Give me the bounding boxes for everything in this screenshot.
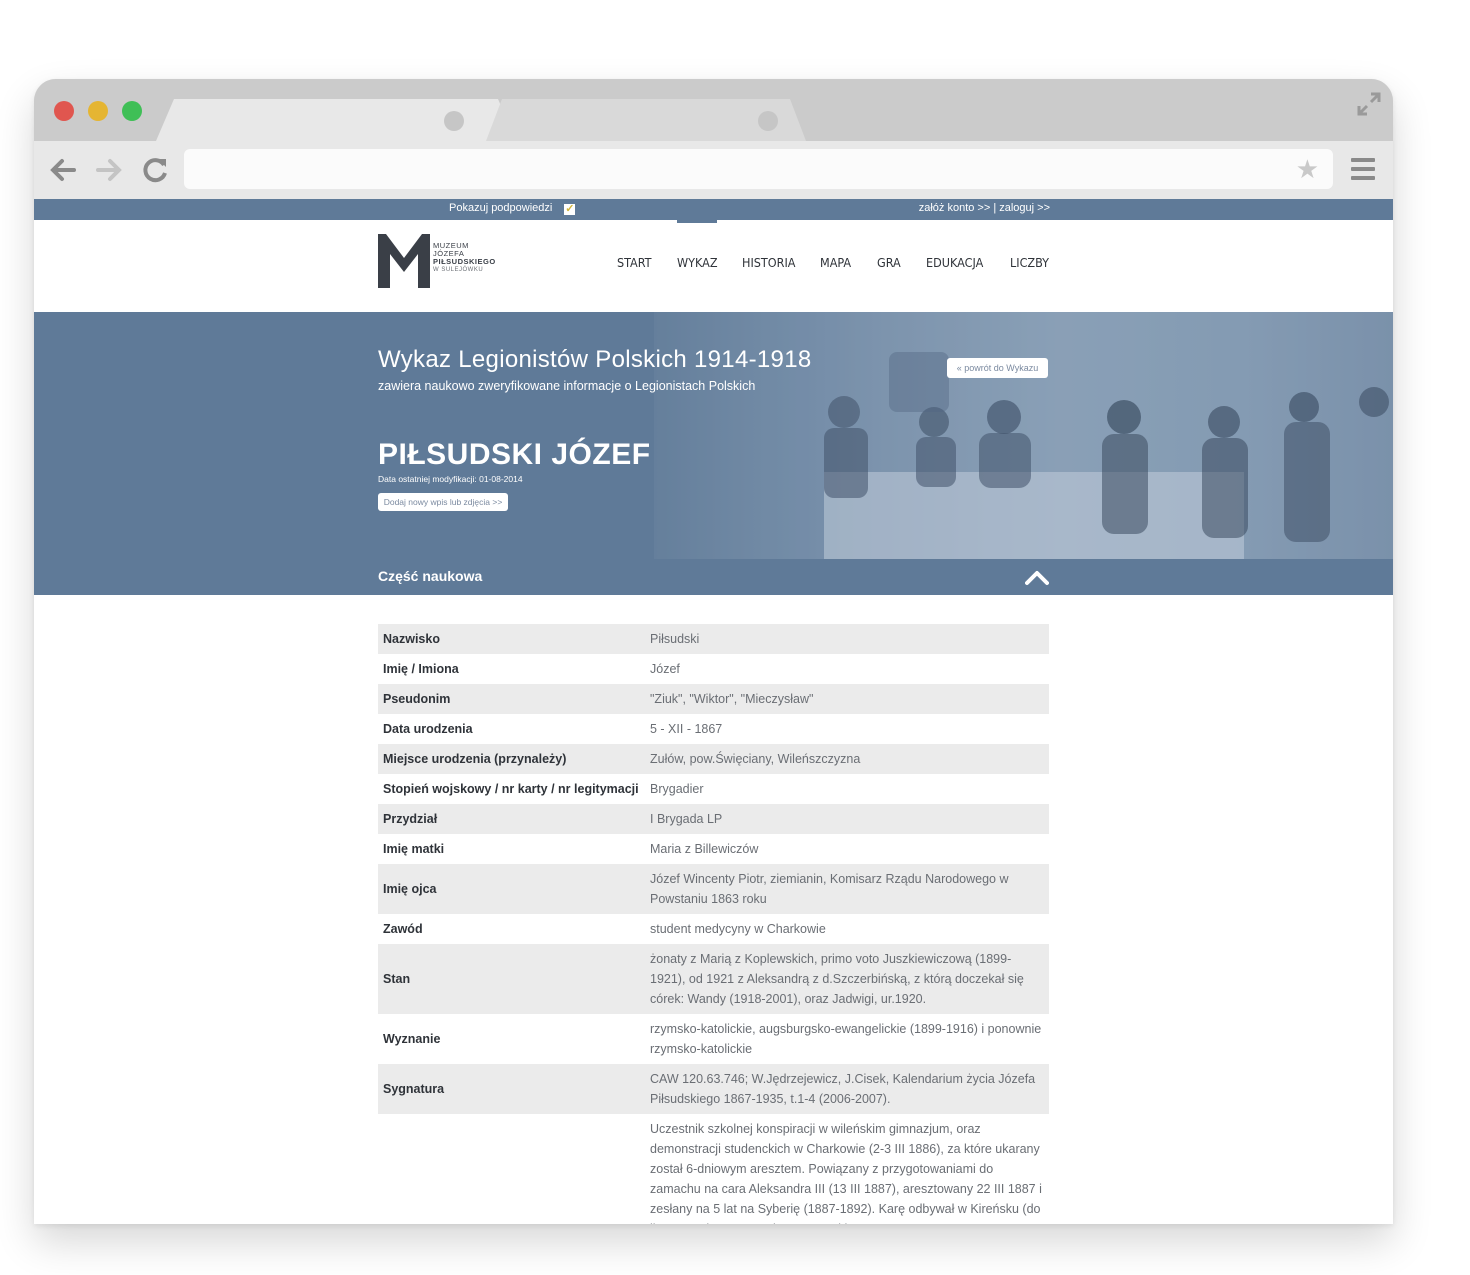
table-row: Zawód student medycyny w Charkowie bbox=[378, 914, 1049, 944]
minimize-window-button[interactable] bbox=[88, 101, 108, 121]
row-value: "Ziuk", "Wiktor", "Mieczysław" bbox=[650, 692, 814, 706]
row-label bbox=[378, 1114, 650, 1224]
forward-arrow-icon[interactable] bbox=[92, 153, 126, 187]
site-header: MUZEUM JÓZEFA PIŁSUDSKIEGO W SULEJÓWKU S… bbox=[34, 220, 1393, 312]
hints-toggle[interactable]: Pokazuj podpowiedzi ✓ bbox=[449, 202, 576, 215]
menu-item-wykaz[interactable]: WYKAZ bbox=[677, 255, 718, 270]
row-label: Stan bbox=[383, 972, 411, 986]
row-label: Imię matki bbox=[383, 842, 445, 856]
row-value: Józef Wincenty Piotr, ziemianin, Komisar… bbox=[650, 872, 1009, 906]
row-label: Nazwisko bbox=[383, 632, 440, 646]
row-value: Józef bbox=[650, 662, 680, 676]
row-label: Miejsce urodzenia (przynależy) bbox=[383, 752, 567, 766]
row-label: Imię / Imiona bbox=[383, 662, 459, 676]
table-row: Przydział I Brygada LP bbox=[378, 804, 1049, 834]
active-menu-indicator bbox=[677, 220, 717, 223]
back-to-list-button[interactable]: « powrót do Wykazu bbox=[947, 358, 1048, 378]
address-bar[interactable]: ★ bbox=[184, 149, 1333, 189]
table-row: Nazwisko Piłsudski bbox=[378, 624, 1049, 654]
bookmark-star-icon[interactable]: ★ bbox=[1296, 155, 1319, 183]
table-row: Stopień wojskowy / nr karty / nr legitym… bbox=[378, 774, 1049, 804]
menu-item-liczby[interactable]: LICZBY bbox=[1010, 255, 1049, 270]
section-title: Część naukowa bbox=[378, 568, 483, 584]
table-row: Imię matki Maria z Billewiczów bbox=[378, 834, 1049, 864]
table-row: Imię ojca Józef Wincenty Piotr, ziemianin… bbox=[378, 864, 1049, 914]
menu-item-mapa[interactable]: MAPA bbox=[820, 255, 851, 270]
row-value: Zułów, pow.Święciany, Wileńszczyzna bbox=[650, 752, 861, 766]
tab-strip bbox=[34, 79, 1393, 141]
close-window-button[interactable] bbox=[54, 101, 74, 121]
table-row: Data urodzenia 5 - XII - 1867 bbox=[378, 714, 1049, 744]
row-value: Piłsudski bbox=[650, 632, 700, 646]
logo-line-4: W SULEJÓWKU bbox=[433, 267, 484, 273]
row-label: Sygnatura bbox=[383, 1082, 445, 1096]
browser-chrome: ★ bbox=[34, 79, 1393, 199]
row-value: rzymsko-katolickie, augsburgsko-ewangeli… bbox=[650, 1022, 1042, 1056]
row-label: Przydział bbox=[383, 812, 438, 826]
browser-tab-inactive[interactable] bbox=[486, 99, 806, 141]
museum-logo[interactable]: MUZEUM JÓZEFA PIŁSUDSKIEGO W SULEJÓWKU bbox=[378, 234, 508, 290]
menu-item-start[interactable]: START bbox=[617, 255, 652, 270]
hero-banner: Wykaz Legionistów Polskich 1914-1918 zaw… bbox=[34, 312, 1393, 559]
menu-item-edukacja[interactable]: EDUKACJA bbox=[926, 255, 983, 270]
table-row: Uczestnik szkolnej konspiracji w wileńsk… bbox=[378, 1114, 1049, 1224]
account-links[interactable]: załóż konto >> | zaloguj >> bbox=[919, 202, 1050, 214]
table-row: Stan żonaty z Marią z Koplewskich, primo … bbox=[378, 944, 1049, 1014]
checkbox-checked-icon[interactable]: ✓ bbox=[564, 204, 576, 215]
row-value: I Brygada LP bbox=[650, 812, 723, 826]
hints-label: Pokazuj podpowiedzi bbox=[449, 202, 553, 214]
chevron-up-icon[interactable] bbox=[1025, 568, 1049, 586]
browser-menu-icon[interactable] bbox=[1348, 153, 1378, 187]
table-row: Pseudonim "Ziuk", "Wiktor", "Mieczysław" bbox=[378, 684, 1049, 714]
row-label: Zawód bbox=[383, 922, 423, 936]
hero-subtitle: zawiera naukowo zweryfikowane informacje… bbox=[378, 379, 756, 393]
section-header[interactable]: Część naukowa bbox=[34, 559, 1393, 595]
back-arrow-icon[interactable] bbox=[46, 153, 80, 187]
browser-tab-active[interactable] bbox=[156, 99, 516, 141]
row-value: Maria z Billewiczów bbox=[650, 842, 759, 856]
fullscreen-icon[interactable] bbox=[1356, 91, 1382, 117]
tab-close-icon[interactable] bbox=[758, 111, 778, 131]
row-label: Wyznanie bbox=[383, 1032, 441, 1046]
row-label: Stopień wojskowy / nr karty / nr legitym… bbox=[383, 782, 639, 796]
row-value: żonaty z Marią z Koplewskich, primo voto… bbox=[650, 952, 1024, 1006]
browser-toolbar: ★ bbox=[34, 141, 1393, 199]
row-value: 5 - XII - 1867 bbox=[650, 722, 723, 736]
table-row: Imię / Imiona Józef bbox=[378, 654, 1049, 684]
row-label: Imię ojca bbox=[383, 882, 437, 896]
reload-icon[interactable] bbox=[138, 153, 172, 187]
web-page: Pokazuj podpowiedzi ✓ załóż konto >> | za… bbox=[34, 199, 1393, 1224]
logo-line-3: PIŁSUDSKIEGO bbox=[433, 257, 496, 266]
add-entry-button[interactable]: Dodaj nowy wpis lub zdjęcia >> bbox=[378, 493, 508, 511]
row-value: CAW 120.63.746; W.Jędrzejewicz, J.Cisek,… bbox=[650, 1072, 1036, 1106]
person-name: PIŁSUDSKI JÓZEF bbox=[378, 438, 651, 471]
modification-date: Data ostatniej modyfikacji: 01-08-2014 bbox=[378, 474, 523, 484]
row-label: Data urodzenia bbox=[383, 722, 473, 736]
browser-window: ★ Pokazuj podpowiedzi ✓ załóż konto >> | … bbox=[34, 79, 1393, 1224]
menu-item-historia[interactable]: HISTORIA bbox=[742, 255, 795, 270]
tab-close-icon[interactable] bbox=[444, 111, 464, 131]
row-value: Brygadier bbox=[650, 782, 704, 796]
logo-m-icon bbox=[378, 234, 430, 288]
menu-item-gra[interactable]: GRA bbox=[877, 255, 901, 270]
table-row: Miejsce urodzenia (przynależy) Zułów, pow… bbox=[378, 744, 1049, 774]
table-row: Sygnatura CAW 120.63.746; W.Jędrzejewicz,… bbox=[378, 1064, 1049, 1114]
row-value: student medycyny w Charkowie bbox=[650, 922, 826, 936]
row-label: Pseudonim bbox=[383, 692, 451, 706]
hero-title: Wykaz Legionistów Polskich 1914-1918 bbox=[378, 346, 812, 373]
details-table: Nazwisko Piłsudski Imię / Imiona Józef Pse… bbox=[378, 624, 1049, 1224]
row-value: Uczestnik szkolnej konspiracji w wileńsk… bbox=[650, 1122, 1042, 1224]
maximize-window-button[interactable] bbox=[122, 101, 142, 121]
table-row: Wyznanie rzymsko-katolickie, augsburgsko-… bbox=[378, 1014, 1049, 1064]
top-utility-bar: Pokazuj podpowiedzi ✓ załóż konto >> | za… bbox=[34, 199, 1393, 220]
